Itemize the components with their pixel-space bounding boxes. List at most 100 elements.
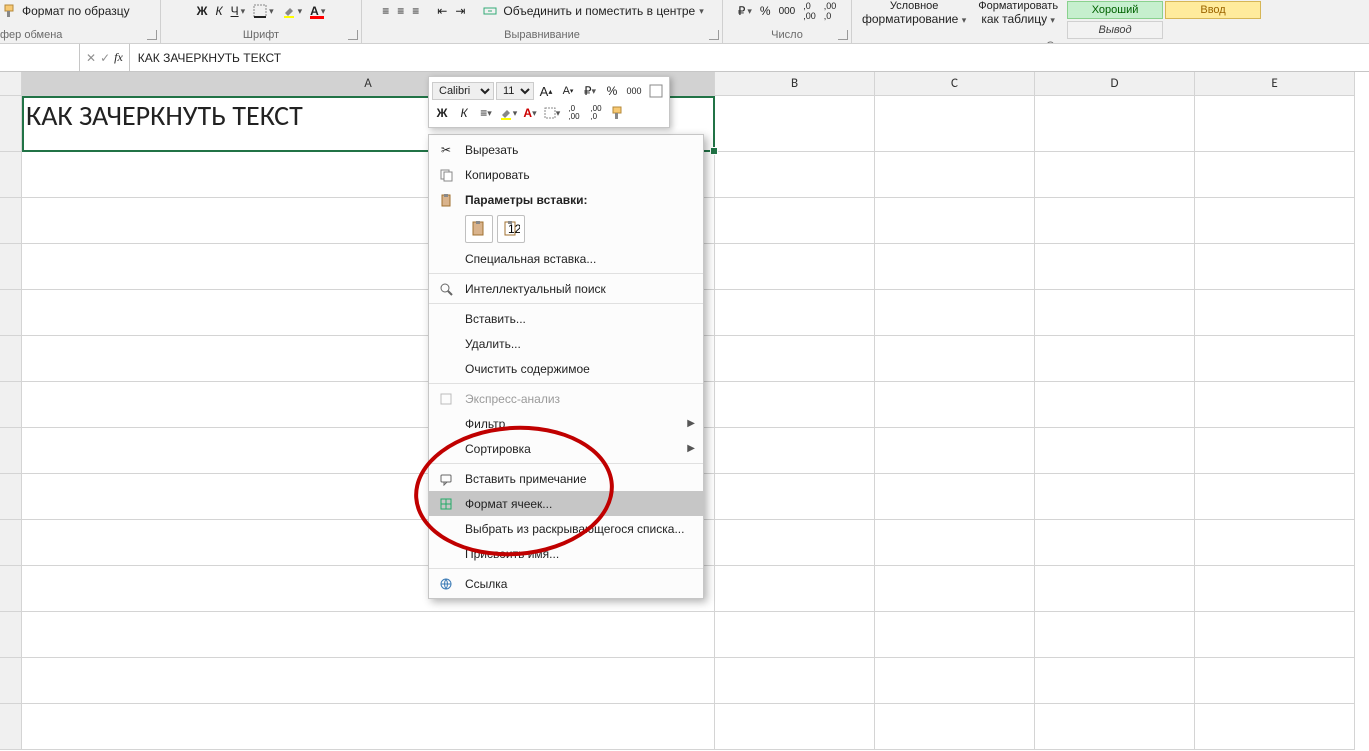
row-header[interactable] xyxy=(0,244,22,290)
row-header[interactable] xyxy=(0,704,22,750)
mini-borders-button[interactable] xyxy=(646,81,666,101)
column-header-B[interactable]: B xyxy=(715,72,875,96)
cell[interactable] xyxy=(715,382,875,428)
cell[interactable] xyxy=(1035,474,1195,520)
cell[interactable] xyxy=(1195,244,1355,290)
cell[interactable] xyxy=(875,658,1035,704)
fill-color-button[interactable]: ▾ xyxy=(280,2,305,20)
mini-dec-decimal-button[interactable]: ,00,0 xyxy=(586,103,606,123)
thousands-button[interactable]: 000 xyxy=(777,4,798,19)
mini-align-button[interactable]: ≡▾ xyxy=(476,103,496,123)
number-dialog-launcher[interactable] xyxy=(838,30,848,40)
cell[interactable] xyxy=(22,658,715,704)
row-header[interactable] xyxy=(0,428,22,474)
cell[interactable] xyxy=(1195,428,1355,474)
cancel-formula-button[interactable]: ✕ xyxy=(86,51,96,65)
cell-style-input[interactable]: Ввод xyxy=(1165,1,1261,19)
cm-delete[interactable]: Удалить... xyxy=(429,331,703,356)
accept-formula-button[interactable]: ✓ xyxy=(100,51,110,65)
cell[interactable] xyxy=(875,520,1035,566)
cell[interactable] xyxy=(875,704,1035,750)
cell[interactable] xyxy=(715,474,875,520)
cell[interactable] xyxy=(1035,244,1195,290)
cell[interactable] xyxy=(875,382,1035,428)
cell[interactable] xyxy=(715,244,875,290)
cell[interactable] xyxy=(1195,704,1355,750)
align-bottom-button[interactable]: ≡ xyxy=(410,2,421,20)
cell[interactable] xyxy=(875,336,1035,382)
paste-values-button[interactable]: 123 xyxy=(497,215,525,243)
cell[interactable] xyxy=(715,566,875,612)
cell[interactable] xyxy=(1195,658,1355,704)
row-header[interactable] xyxy=(0,96,22,152)
column-header-D[interactable]: D xyxy=(1035,72,1195,96)
cell[interactable] xyxy=(1035,96,1195,152)
row-header[interactable] xyxy=(0,474,22,520)
mini-font-name[interactable]: Calibri xyxy=(432,82,494,100)
cell-style-good[interactable]: Хороший xyxy=(1067,1,1163,19)
cell[interactable] xyxy=(1035,290,1195,336)
worksheet[interactable]: ABCDE КАК ЗАЧЕРКНУТЬ ТЕКСТ Calibri 11 A▴… xyxy=(0,72,1369,751)
cell[interactable] xyxy=(1195,290,1355,336)
cell[interactable] xyxy=(1035,520,1195,566)
underline-button[interactable]: Ч▾ xyxy=(229,2,248,20)
row-header[interactable] xyxy=(0,658,22,704)
select-all-corner[interactable] xyxy=(0,72,22,96)
cell[interactable] xyxy=(715,658,875,704)
conditional-formatting-button[interactable]: форматирование ▾ xyxy=(862,12,966,26)
mini-inc-decimal-button[interactable]: ,0,00 xyxy=(564,103,584,123)
font-dialog-launcher[interactable] xyxy=(348,30,358,40)
row-header[interactable] xyxy=(0,336,22,382)
mini-percent-button[interactable]: % xyxy=(602,81,622,101)
cm-copy[interactable]: Копировать xyxy=(429,162,703,187)
cm-format-cells[interactable]: Формат ячеек... xyxy=(429,491,703,516)
align-dialog-launcher[interactable] xyxy=(709,30,719,40)
italic-button[interactable]: К xyxy=(213,2,224,20)
align-middle-button[interactable]: ≡ xyxy=(395,2,406,20)
cell[interactable] xyxy=(1035,704,1195,750)
cell[interactable] xyxy=(715,520,875,566)
align-top-button[interactable]: ≡ xyxy=(380,2,391,20)
decrease-decimal-button[interactable]: ,00,0 xyxy=(822,0,839,23)
mini-currency-button[interactable]: ₽▾ xyxy=(580,81,600,101)
cell[interactable] xyxy=(715,336,875,382)
cm-clear-contents[interactable]: Очистить содержимое xyxy=(429,356,703,381)
cm-smart-lookup[interactable]: Интеллектуальный поиск xyxy=(429,276,703,301)
cell[interactable] xyxy=(715,290,875,336)
cm-insert[interactable]: Вставить... xyxy=(429,306,703,331)
currency-button[interactable]: ₽▾ xyxy=(736,2,754,20)
cell[interactable] xyxy=(1035,658,1195,704)
cell[interactable] xyxy=(715,152,875,198)
cell[interactable] xyxy=(1035,428,1195,474)
row-header[interactable] xyxy=(0,152,22,198)
cell[interactable] xyxy=(875,428,1035,474)
increase-decimal-button[interactable]: ,0,00 xyxy=(801,0,818,23)
mini-italic-button[interactable]: К xyxy=(454,103,474,123)
mini-fill-color-button[interactable]: ▾ xyxy=(498,103,518,123)
cell[interactable] xyxy=(875,612,1035,658)
cm-link[interactable]: Ссылка xyxy=(429,571,703,596)
cm-paste-special[interactable]: Специальная вставка... xyxy=(429,246,703,271)
row-header[interactable] xyxy=(0,566,22,612)
cell[interactable] xyxy=(1035,382,1195,428)
cell[interactable] xyxy=(1195,474,1355,520)
cell[interactable] xyxy=(1035,566,1195,612)
cell[interactable] xyxy=(1035,198,1195,244)
cell[interactable] xyxy=(715,612,875,658)
column-header-C[interactable]: C xyxy=(875,72,1035,96)
mini-format-painter-icon[interactable] xyxy=(608,103,628,123)
cell[interactable] xyxy=(1195,198,1355,244)
font-color-button[interactable]: А▾ xyxy=(308,2,327,20)
row-header[interactable] xyxy=(0,290,22,336)
cell[interactable] xyxy=(22,612,715,658)
cell[interactable] xyxy=(1195,566,1355,612)
cell[interactable] xyxy=(875,290,1035,336)
cell[interactable] xyxy=(875,244,1035,290)
cell[interactable] xyxy=(875,474,1035,520)
cm-filter[interactable]: Фильтр▶ xyxy=(429,411,703,436)
insert-function-button[interactable]: fx xyxy=(114,50,123,65)
cell[interactable] xyxy=(875,96,1035,152)
cell-style-output[interactable]: Вывод xyxy=(1067,21,1163,39)
cell[interactable] xyxy=(875,152,1035,198)
mini-font-color-button[interactable]: А▾ xyxy=(520,103,540,123)
